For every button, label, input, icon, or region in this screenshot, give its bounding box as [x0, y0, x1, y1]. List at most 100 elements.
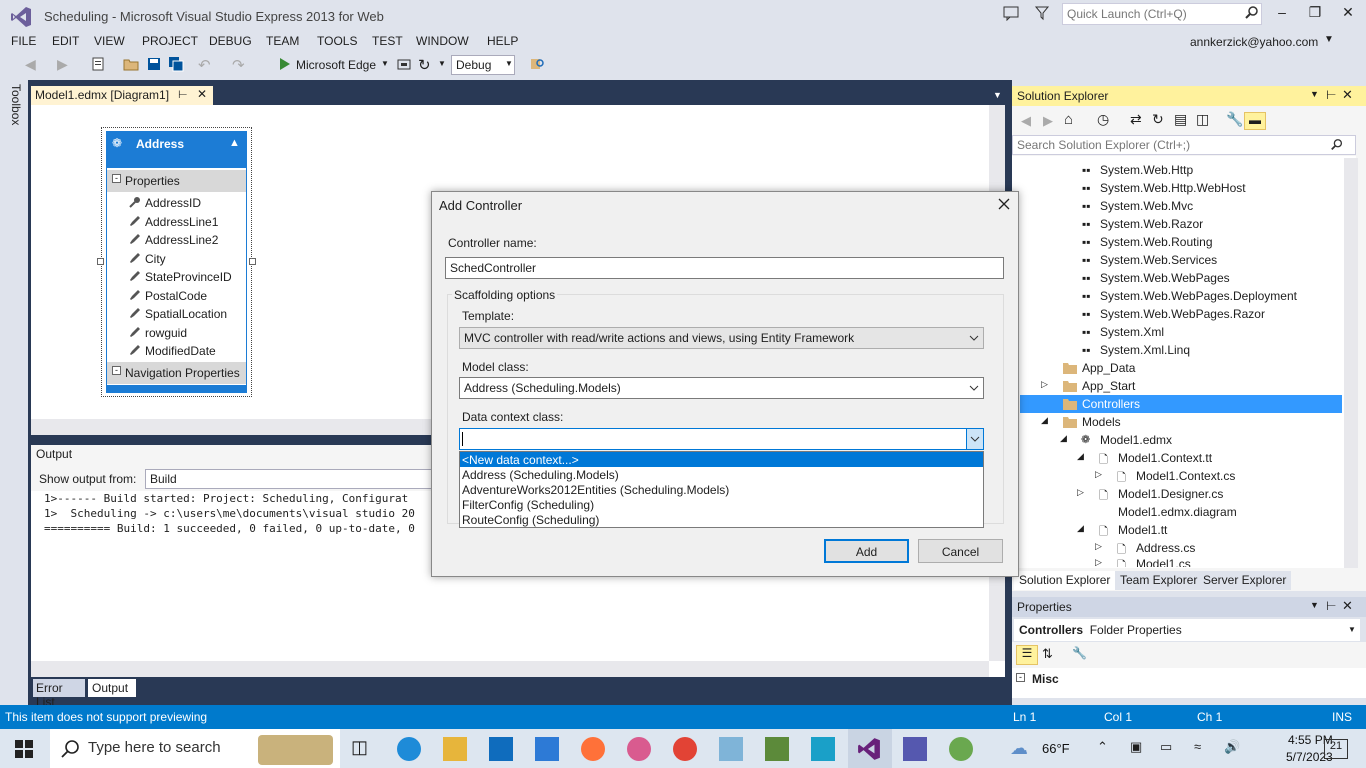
property-item[interactable]: AddressLine1	[145, 215, 218, 229]
refresh-icon[interactable]: ↻	[418, 56, 434, 74]
object-select-chevron-icon[interactable]: ▼	[1348, 625, 1356, 634]
dialog-close-icon[interactable]	[996, 196, 1012, 212]
tree-item-reference[interactable]: System.Web.Http	[1100, 163, 1193, 177]
tree-item-reference[interactable]: System.Web.WebPages	[1100, 271, 1230, 285]
task-view-icon[interactable]: ◫	[351, 737, 375, 761]
tree-item-folder[interactable]: App_Start	[1082, 379, 1135, 393]
expand-icon[interactable]: ▷	[1041, 379, 1048, 390]
tab-overflow-icon[interactable]: ▼	[993, 90, 1002, 100]
device-icon[interactable]: ▣	[1130, 739, 1142, 755]
tree-item-file[interactable]: Model1.edmx	[1100, 433, 1172, 447]
se-refresh-icon[interactable]: ↻	[1152, 111, 1164, 128]
menu-file[interactable]: FILE	[11, 34, 36, 48]
account-chevron-icon[interactable]: ▼	[1324, 34, 1334, 45]
run-target-label[interactable]: Microsoft Edge	[296, 58, 376, 72]
store-icon[interactable]	[535, 737, 559, 761]
volume-icon[interactable]: 🔊	[1224, 739, 1240, 755]
refresh-chevron-icon[interactable]: ▼	[438, 59, 446, 68]
model-class-chevron-icon[interactable]	[969, 383, 979, 393]
add-button[interactable]: Add	[824, 539, 909, 563]
preview-selected-icon[interactable]: ▬	[1244, 112, 1266, 130]
tree-item-file[interactable]: Model1.Designer.cs	[1118, 487, 1223, 501]
tree-item-file[interactable]: Model1.Context.tt	[1118, 451, 1212, 465]
tree-item-folder-selected[interactable]: Controllers	[1082, 397, 1140, 411]
tree-item-reference[interactable]: System.Web.Razor	[1100, 217, 1203, 231]
save-icon[interactable]	[146, 56, 162, 72]
property-item[interactable]: PostalCode	[145, 289, 207, 303]
redo-icon[interactable]: ↷	[232, 56, 248, 74]
menu-help[interactable]: HELP	[487, 34, 518, 48]
tools-app-icon[interactable]	[765, 737, 789, 761]
pending-changes-icon[interactable]: ◷	[1097, 111, 1109, 128]
paint-icon[interactable]	[627, 737, 651, 761]
template-select[interactable]: MVC controller with read/write actions a…	[459, 327, 984, 349]
firefox-icon[interactable]	[581, 737, 605, 761]
configuration-chevron-icon[interactable]: ▼	[505, 59, 513, 68]
search-icon[interactable]	[1244, 5, 1260, 21]
tree-item-file[interactable]: Model1.Context.cs	[1136, 469, 1235, 483]
quick-launch-input[interactable]: Quick Launch (Ctrl+Q)	[1062, 3, 1262, 25]
show-all-files-icon[interactable]: ◫	[1196, 111, 1209, 128]
pin-properties-icon[interactable]: ⊢	[1326, 599, 1336, 613]
tree-item-reference[interactable]: System.Web.Mvc	[1100, 199, 1193, 213]
edge-browser-icon[interactable]	[397, 737, 421, 761]
close-panel-icon[interactable]: ✕	[1342, 87, 1353, 103]
menu-tools[interactable]: TOOLS	[317, 34, 357, 48]
start-debugging-icon[interactable]	[277, 56, 293, 72]
solution-search-input[interactable]: Search Solution Explorer (Ctrl+;)	[1012, 135, 1356, 155]
dropdown-option[interactable]: AdventureWorks2012Entities (Scheduling.M…	[462, 483, 729, 497]
dropdown-option[interactable]: FilterConfig (Scheduling)	[462, 498, 594, 512]
menu-window[interactable]: WINDOW	[416, 34, 469, 48]
solution-tree-scrollbar[interactable]	[1344, 158, 1358, 568]
account-name[interactable]: annkerzick@yahoo.com	[1190, 35, 1318, 49]
tree-item-reference[interactable]: System.Xml.Linq	[1100, 343, 1190, 357]
property-item[interactable]: City	[145, 252, 166, 266]
panel-menu-icon[interactable]: ▼	[1310, 89, 1319, 99]
open-file-icon[interactable]	[123, 56, 139, 72]
collapse-icon[interactable]: ◢	[1077, 523, 1084, 534]
notification-center[interactable]: 21	[1324, 739, 1348, 759]
collapse-navigation-icon[interactable]: -	[112, 366, 121, 375]
collapse-properties-icon[interactable]: -	[112, 174, 121, 183]
properties-section[interactable]: Properties	[107, 170, 246, 192]
resize-handle-left[interactable]	[97, 258, 104, 265]
tree-item-reference[interactable]: System.Web.WebPages.Deployment	[1100, 289, 1297, 303]
expand-icon[interactable]: ▷	[1095, 469, 1102, 480]
collapse-all-icon[interactable]: ▤	[1174, 111, 1187, 128]
expand-icon[interactable]: ▷	[1077, 487, 1084, 498]
pin-tab-icon[interactable]: ⊢	[178, 88, 188, 101]
menu-project[interactable]: PROJECT	[142, 34, 198, 48]
data-context-input[interactable]	[459, 428, 984, 450]
menu-edit[interactable]: EDIT	[52, 34, 79, 48]
menu-team[interactable]: TEAM	[266, 34, 299, 48]
expand-icon[interactable]: ▷	[1095, 557, 1102, 567]
tree-item-file[interactable]: Address.cs	[1136, 541, 1195, 555]
property-item[interactable]: rowguid	[145, 326, 187, 340]
weather-temperature[interactable]: 66°F	[1042, 741, 1070, 756]
windows-start-icon[interactable]	[15, 740, 33, 758]
forward-icon[interactable]: ▶	[57, 56, 73, 72]
tab-solution-explorer[interactable]: Solution Explorer	[1014, 571, 1116, 590]
find-in-files-icon[interactable]	[529, 56, 545, 72]
tree-item-reference[interactable]: System.Web.Services	[1100, 253, 1217, 267]
close-window-button[interactable]: ✕	[1336, 4, 1360, 26]
collapse-icon[interactable]: ◢	[1041, 415, 1048, 426]
entity-header[interactable]: Address	[107, 132, 246, 168]
tab-error-list[interactable]: Error List	[33, 679, 85, 709]
collapse-entity-icon[interactable]: ▲	[229, 137, 240, 149]
tab-team-explorer[interactable]: Team Explorer	[1115, 571, 1203, 590]
tab-output[interactable]: Output	[88, 679, 136, 697]
close-properties-icon[interactable]: ✕	[1342, 598, 1353, 614]
dropdown-option[interactable]: RouteConfig (Scheduling)	[462, 513, 599, 527]
property-item[interactable]: StateProvinceID	[145, 270, 232, 284]
se-back-icon[interactable]: ◀	[1021, 113, 1031, 129]
pin-panel-icon[interactable]: ⊢	[1326, 88, 1336, 102]
categorized-icon[interactable]: ☰	[1016, 645, 1038, 665]
output-source-select[interactable]: Build	[145, 469, 435, 489]
controller-name-input[interactable]: SchedController	[445, 257, 1004, 279]
tree-item-file[interactable]: Model1.cs	[1136, 557, 1191, 567]
wifi-icon[interactable]: ≈	[1194, 739, 1201, 754]
data-context-chevron-icon[interactable]	[970, 434, 980, 444]
filter-icon[interactable]	[1034, 5, 1050, 21]
navigation-properties-section[interactable]: Navigation Properties	[107, 362, 246, 384]
